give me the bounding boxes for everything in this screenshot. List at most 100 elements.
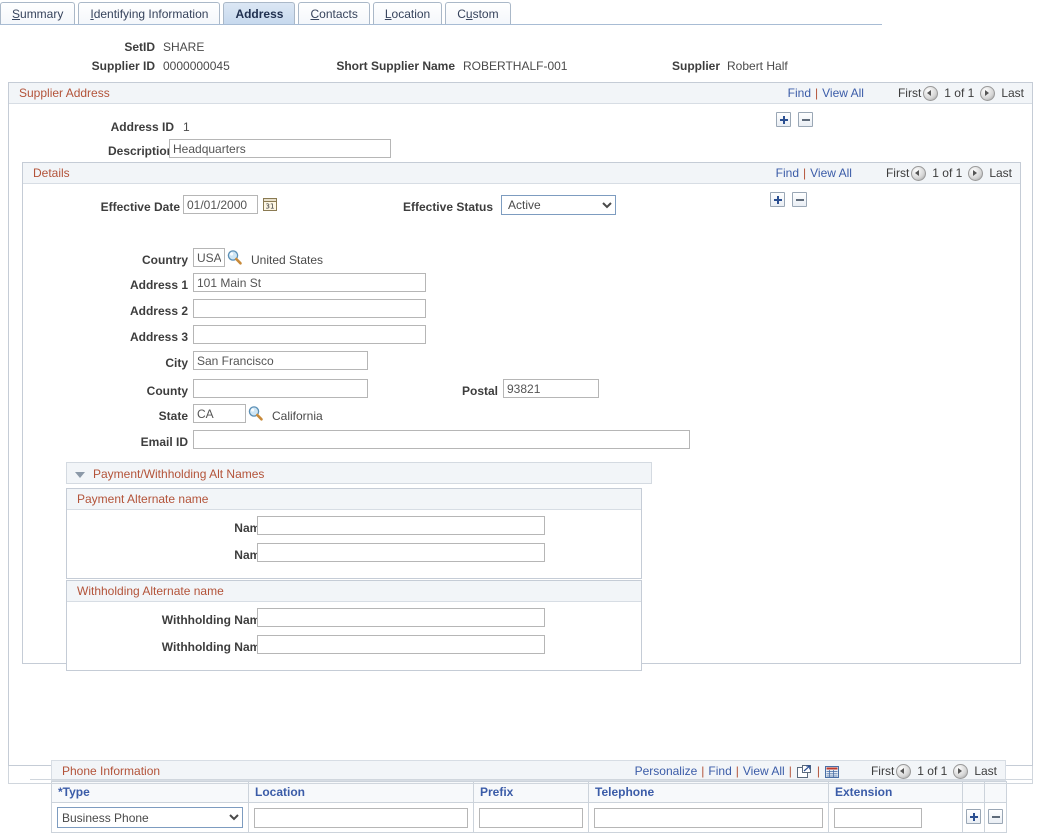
payment-alternate-name-header: Payment Alternate name bbox=[67, 489, 641, 510]
tab-contacts[interactable]: Contacts bbox=[298, 2, 369, 24]
svg-text:31: 31 bbox=[266, 203, 275, 211]
details-nav: Find | View All First 1 of 1 Last bbox=[776, 163, 1012, 184]
minus-icon[interactable] bbox=[798, 112, 813, 127]
effective-date-input[interactable] bbox=[183, 195, 258, 214]
withholding-alternate-name-title: Withholding Alternate name bbox=[77, 584, 224, 598]
phone-location-input[interactable] bbox=[254, 808, 468, 828]
effective-status-select[interactable]: ActiveInactive bbox=[501, 195, 616, 215]
country-description: United States bbox=[251, 253, 323, 267]
column-header-location[interactable]: Location bbox=[249, 782, 474, 803]
withholding-alternate-name-group: Withholding Alternate name Withholding N… bbox=[66, 580, 642, 671]
address3-label: Address 3 bbox=[68, 330, 188, 344]
county-input[interactable] bbox=[193, 379, 368, 398]
description-input[interactable] bbox=[169, 139, 391, 158]
details-first-label[interactable]: First bbox=[886, 163, 909, 184]
address1-label: Address 1 bbox=[68, 278, 188, 292]
details-find-link[interactable]: Find bbox=[776, 163, 799, 184]
table-header-row: *Type Location Prefix Telephone Extensio… bbox=[52, 782, 1007, 803]
details-group: Details Find | View All First 1 of 1 Las… bbox=[22, 162, 1021, 664]
phone-information-table: *Type Location Prefix Telephone Extensio… bbox=[51, 781, 1007, 833]
table-row: Business PhoneHome PhoneFaxMobilePager bbox=[52, 803, 1007, 833]
supplier-address-next-arrow-icon[interactable] bbox=[980, 86, 995, 101]
supplier-address-view-all-link[interactable]: View All bbox=[822, 83, 864, 104]
details-next-arrow-icon[interactable] bbox=[968, 166, 983, 181]
supplier-id-value: 0000000045 bbox=[163, 59, 230, 73]
minus-icon[interactable] bbox=[988, 809, 1003, 824]
payment-name1-input[interactable] bbox=[257, 516, 545, 535]
column-header-prefix[interactable]: Prefix bbox=[474, 782, 589, 803]
phone-extension-input[interactable] bbox=[834, 808, 922, 828]
country-input[interactable] bbox=[193, 248, 225, 267]
details-header: Details Find | View All First 1 of 1 Las… bbox=[23, 163, 1020, 184]
supplier-address-find-link[interactable]: Find bbox=[788, 83, 811, 104]
page-frame-bottom bbox=[8, 766, 1033, 784]
chevron-down-icon[interactable] bbox=[75, 472, 85, 478]
address1-input[interactable] bbox=[193, 273, 426, 292]
withholding-alternate-name-header: Withholding Alternate name bbox=[67, 581, 641, 602]
payment-withholding-alt-names-section-header[interactable]: Payment/Withholding Alt Names bbox=[66, 462, 652, 484]
column-header-extension[interactable]: Extension bbox=[829, 782, 963, 803]
payment-name2-input[interactable] bbox=[257, 543, 545, 562]
supplier-address-last-label[interactable]: Last bbox=[1001, 83, 1024, 104]
payment-alternate-name-title: Payment Alternate name bbox=[77, 492, 208, 506]
details-prev-arrow-icon[interactable] bbox=[911, 166, 926, 181]
supplier-key-fields: SetID SHARE Supplier ID 0000000045 Short… bbox=[0, 34, 1041, 78]
column-header-type[interactable]: *Type bbox=[52, 782, 249, 803]
city-input[interactable] bbox=[193, 351, 368, 370]
details-delete-row-button[interactable] bbox=[792, 192, 807, 210]
state-input[interactable] bbox=[193, 404, 246, 423]
withholding-name1-input[interactable] bbox=[257, 608, 545, 627]
phone-telephone-input[interactable] bbox=[594, 808, 823, 828]
column-header-add bbox=[963, 782, 985, 803]
supplier-address-first-label[interactable]: First bbox=[898, 83, 921, 104]
supplier-address-counter: 1 of 1 bbox=[940, 83, 978, 104]
plus-icon[interactable] bbox=[776, 112, 791, 127]
cell-location bbox=[249, 803, 474, 833]
state-label: State bbox=[68, 409, 188, 423]
cell-add-row[interactable] bbox=[963, 803, 985, 833]
supplier-id-label: Supplier ID bbox=[45, 59, 155, 73]
tab-address[interactable]: Address bbox=[223, 2, 295, 24]
phone-prefix-input[interactable] bbox=[479, 808, 583, 828]
tab-identifying-information[interactable]: Identifying Information bbox=[78, 2, 220, 24]
country-lookup-icon[interactable] bbox=[226, 249, 243, 266]
minus-icon[interactable] bbox=[792, 192, 807, 207]
supplier-value: Robert Half bbox=[727, 59, 788, 73]
plus-icon[interactable] bbox=[966, 809, 981, 824]
plus-icon[interactable] bbox=[770, 192, 785, 207]
cell-extension bbox=[829, 803, 963, 833]
nav-separator: | bbox=[799, 163, 810, 184]
description-label: Description bbox=[64, 144, 174, 158]
address3-input[interactable] bbox=[193, 325, 426, 344]
cell-delete-row[interactable] bbox=[985, 803, 1007, 833]
withholding-name2-input[interactable] bbox=[257, 635, 545, 654]
address-id-value: 1 bbox=[183, 120, 190, 134]
tab-custom[interactable]: Custom bbox=[445, 2, 510, 24]
details-last-label[interactable]: Last bbox=[989, 163, 1012, 184]
calendar-icon[interactable]: 31 bbox=[262, 196, 278, 212]
tab-strip: Summary Identifying Information Address … bbox=[0, 0, 1041, 24]
phone-type-select[interactable]: Business PhoneHome PhoneFaxMobilePager bbox=[57, 807, 243, 828]
address2-label: Address 2 bbox=[68, 304, 188, 318]
county-label: County bbox=[68, 384, 188, 398]
cell-prefix bbox=[474, 803, 589, 833]
tab-summary[interactable]: Summary bbox=[0, 2, 75, 24]
short-supplier-name-label: Short Supplier Name bbox=[305, 59, 455, 73]
email-id-input[interactable] bbox=[193, 430, 690, 449]
column-header-telephone[interactable]: Telephone bbox=[589, 782, 829, 803]
details-add-row-button[interactable] bbox=[770, 192, 785, 210]
postal-input[interactable] bbox=[503, 379, 599, 398]
setid-label: SetID bbox=[45, 40, 155, 54]
supplier-address-delete-row-button[interactable] bbox=[798, 112, 813, 130]
address2-input[interactable] bbox=[193, 299, 426, 318]
supplier-address-add-row-button[interactable] bbox=[776, 112, 791, 130]
short-supplier-name-value: ROBERTHALF-001 bbox=[463, 59, 567, 73]
supplier-address-group: Supplier Address Find | View All First 1… bbox=[8, 82, 1033, 766]
postal-label: Postal bbox=[393, 384, 498, 398]
payment-alternate-name-group: Payment Alternate name Name 1 Name 2 bbox=[66, 488, 642, 579]
tab-location[interactable]: Location bbox=[373, 2, 442, 24]
supplier-address-prev-arrow-icon[interactable] bbox=[923, 86, 938, 101]
payment-withholding-alt-names-title: Payment/Withholding Alt Names bbox=[93, 467, 264, 481]
details-view-all-link[interactable]: View All bbox=[810, 163, 852, 184]
state-lookup-icon[interactable] bbox=[247, 405, 264, 422]
